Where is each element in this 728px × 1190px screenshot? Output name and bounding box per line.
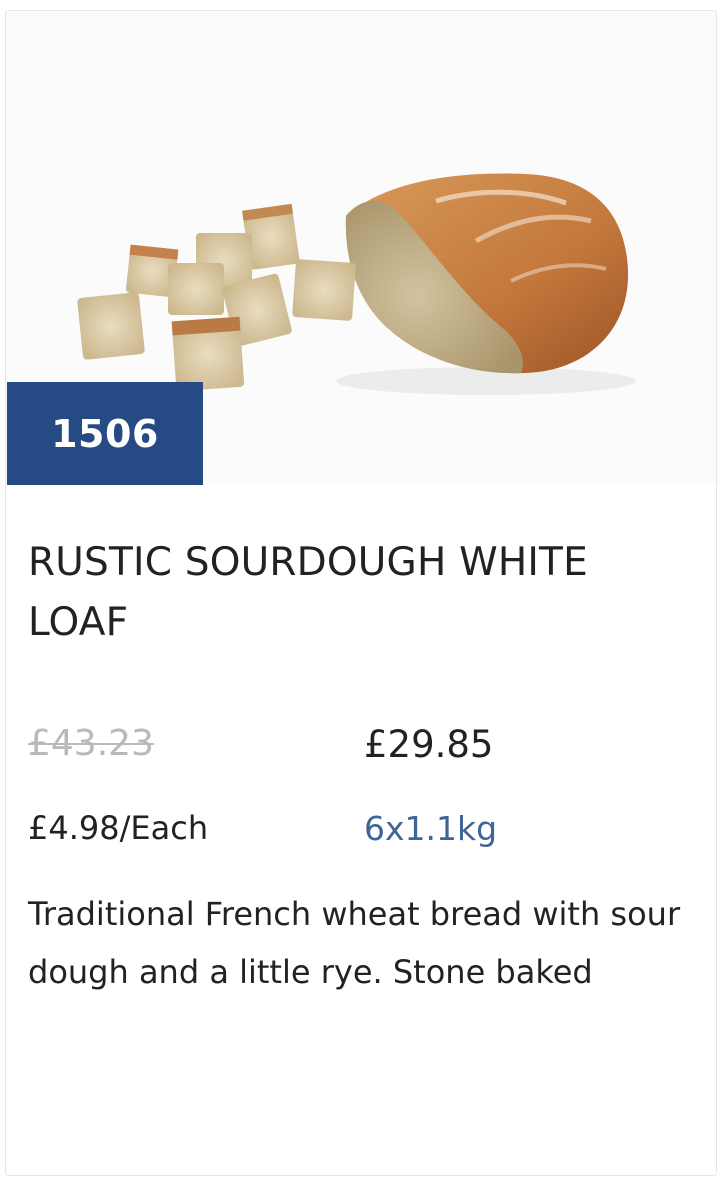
product-image[interactable]: 1506 (6, 11, 716, 485)
product-description: Traditional French wheat bread with sour… (28, 895, 681, 991)
product-code-badge: 1506 (7, 382, 203, 485)
original-price: £43.23 (28, 723, 154, 764)
sale-price: £29.85 (364, 723, 494, 766)
pack-size: 6x1.1kg (364, 809, 498, 848)
unit-price: £4.98/Each (28, 809, 209, 847)
product-card[interactable]: 1506 RUSTIC SOURDOUGH WHITE LOAF £43.23 … (5, 10, 717, 1176)
product-title[interactable]: RUSTIC SOURDOUGH WHITE LOAF (28, 533, 698, 653)
